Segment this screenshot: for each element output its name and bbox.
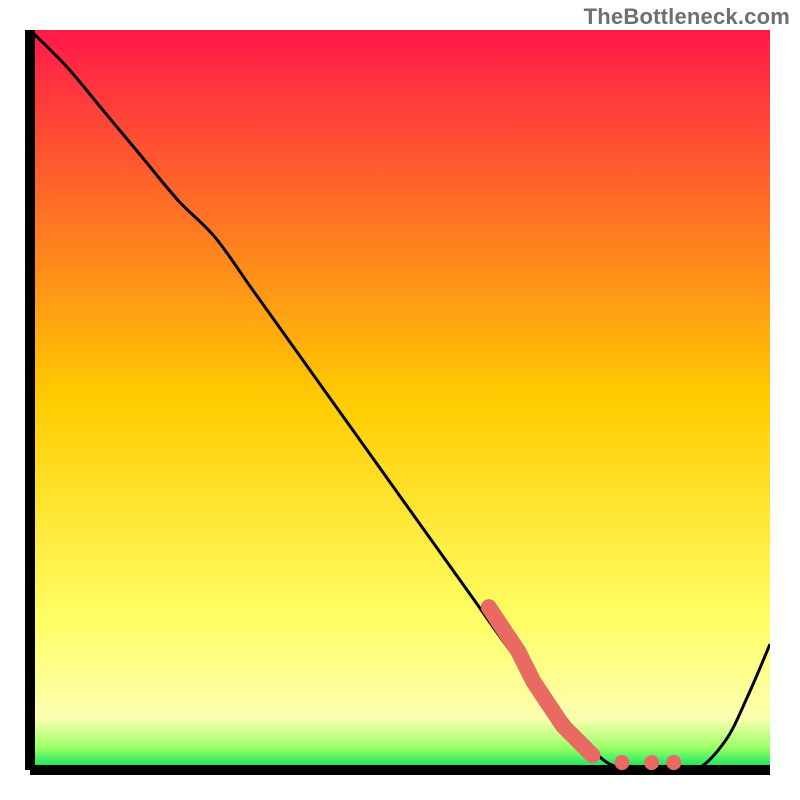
gradient-background	[30, 30, 770, 770]
highlight-dot	[666, 755, 681, 770]
highlight-dot	[615, 755, 630, 770]
highlight-dot	[644, 755, 659, 770]
highlight-dot	[585, 748, 600, 763]
bottleneck-chart	[0, 0, 800, 800]
watermark-text: TheBottleneck.com	[584, 4, 790, 30]
chart-container: TheBottleneck.com	[0, 0, 800, 800]
